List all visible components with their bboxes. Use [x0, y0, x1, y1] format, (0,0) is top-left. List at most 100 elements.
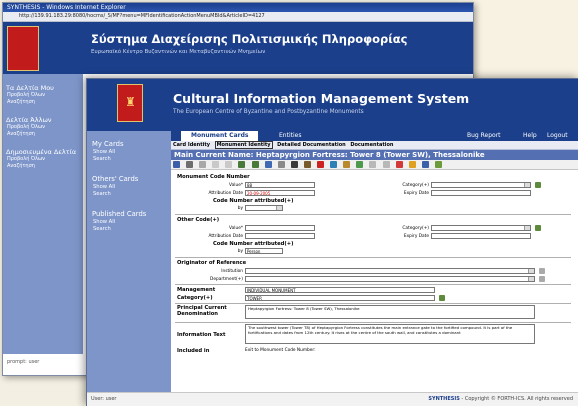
search-icon[interactable] — [277, 161, 285, 168]
sidebar-heading-others-cards[interactable]: Others' Cards — [92, 175, 171, 183]
section-originator: Originator of Reference — [177, 260, 247, 266]
sidebar-link-show-all[interactable]: Show All — [93, 184, 171, 191]
back-sidebar-heading[interactable]: Δελτία Άλλων — [6, 116, 83, 124]
sidebar-link-show-all[interactable]: Show All — [93, 149, 171, 156]
department-select[interactable] — [245, 276, 535, 282]
back-sidebar-link[interactable]: Αναζήτηση — [7, 131, 83, 138]
sidebar-link-show-all[interactable]: Show All — [93, 219, 171, 226]
logout-link[interactable]: Logout — [547, 131, 568, 141]
by-label: by — [237, 206, 243, 211]
department-label: Department(+) — [210, 277, 243, 282]
attributed-by-select[interactable]: Person — [245, 248, 283, 254]
category-label: Category(+) — [402, 226, 429, 231]
tab-monument-identity[interactable]: Monument Identity — [214, 141, 273, 149]
back-sidebar-link[interactable]: Αναζήτηση — [7, 163, 83, 170]
menu-bar: Monument Cards Entities Bug Report Help … — [171, 131, 578, 141]
back-sidebar-link[interactable]: Αναζήτηση — [7, 99, 83, 106]
back-window-title: Σύστημα Διαχείρισης Πολιτισμικής Πληροφο… — [91, 32, 408, 46]
bookmark-icon[interactable] — [303, 161, 311, 168]
tab-monument-cards[interactable]: Monument Cards — [181, 131, 259, 141]
edit-icon[interactable] — [264, 161, 272, 168]
attach-icon[interactable] — [343, 161, 351, 168]
app-title: Cultural Information Management System — [173, 91, 470, 106]
back-sidebar-link[interactable]: Προβολή Όλων — [7, 124, 83, 131]
information-text-label: Information Text — [177, 332, 226, 338]
by-label: by — [237, 249, 243, 254]
logo-icon — [7, 26, 39, 71]
expiry-date-field[interactable] — [431, 190, 531, 196]
logo-icon: ♜ — [117, 84, 143, 122]
back-sidebar-link[interactable]: Προβολή Όλων — [7, 92, 83, 99]
print-icon[interactable] — [186, 161, 194, 168]
front-window: ♜ Cultural Information Management System… — [86, 78, 578, 406]
page-title: Main Current Name: Heptapyrgion Fortress… — [171, 150, 578, 160]
value-label: Value* — [229, 226, 243, 231]
information-text-field[interactable]: The southwest tower (Tower T8) of Heptap… — [245, 324, 535, 344]
institution-select[interactable] — [245, 268, 535, 274]
management-select[interactable]: INDIVIDUAL MONUMENT — [245, 287, 435, 293]
other-expiry-date[interactable] — [431, 233, 531, 239]
help-link[interactable]: Help — [523, 131, 537, 141]
add-category-icon[interactable] — [535, 225, 541, 231]
sub-tabs: Card Identity Monument Identity Detailed… — [171, 141, 578, 150]
sidebar: My Cards Show All Search Others' Cards S… — [87, 131, 171, 393]
app-subtitle: The European Centre of Byzantine and Pos… — [173, 109, 364, 115]
other-category-select[interactable] — [431, 225, 531, 231]
grid-icon[interactable] — [382, 161, 390, 168]
undo-icon[interactable] — [238, 161, 246, 168]
help-icon[interactable] — [434, 161, 442, 168]
add-category-icon[interactable] — [439, 295, 445, 301]
sidebar-link-search[interactable]: Search — [93, 226, 171, 233]
tab-documentation[interactable]: Documentation — [350, 141, 393, 149]
attribution-date-field[interactable]: 20-09-2005 — [245, 190, 315, 196]
export-icon[interactable] — [408, 161, 416, 168]
back-sidebar-heading[interactable]: Δημοσιευμένα Δελτία — [6, 148, 83, 156]
lookup-icon[interactable] — [539, 276, 545, 282]
main-content: Monument Cards Entities Bug Report Help … — [171, 131, 578, 393]
sidebar-heading-published-cards[interactable]: Published Cards — [92, 210, 171, 218]
paste-icon[interactable] — [212, 161, 220, 168]
list-icon[interactable] — [369, 161, 377, 168]
copy-icon[interactable] — [199, 161, 207, 168]
management-label: Management — [177, 287, 216, 293]
attributed-by-select[interactable] — [245, 205, 283, 211]
principal-denomination-label: Principal Current Denomination — [177, 305, 227, 317]
back-window-status: prompt: user — [7, 359, 40, 365]
divider — [175, 303, 571, 304]
link-icon[interactable] — [330, 161, 338, 168]
delete-icon[interactable] — [317, 161, 325, 168]
settings-icon[interactable] — [421, 161, 429, 168]
back-sidebar-heading[interactable]: Τα Δελτία Μου — [6, 84, 83, 92]
add-category-icon[interactable] — [535, 182, 541, 188]
code-attributed-heading: Code Number attributed(+) — [213, 198, 294, 204]
institution-label: Institution — [221, 269, 243, 274]
tab-card-identity[interactable]: Card Identity — [173, 141, 210, 149]
other-attribution-date[interactable] — [245, 233, 315, 239]
cut-icon[interactable] — [225, 161, 233, 168]
sidebar-heading-my-cards[interactable]: My Cards — [92, 140, 171, 148]
sidebar-link-search[interactable]: Search — [93, 191, 171, 198]
redo-icon[interactable] — [251, 161, 259, 168]
status-copyright-text: - Copyright © FORTH-ICS. All rights rese… — [459, 396, 573, 402]
bug-report-link[interactable]: Bug Report — [467, 131, 501, 141]
category-label: Category(+) — [402, 183, 429, 188]
code-attributed-heading: Code Number attributed(+) — [213, 241, 294, 247]
pdf-icon[interactable] — [395, 161, 403, 168]
monument-code-value[interactable]: 88 — [245, 182, 315, 188]
included-note: Exit to Monument Code Number: — [245, 348, 316, 353]
other-code-value[interactable] — [245, 225, 315, 231]
category-main-select[interactable]: TOWER — [245, 295, 435, 301]
back-window-address-bar[interactable]: http://139.91.183.29:8080/hocms/_S/MF?me… — [3, 12, 473, 22]
expiry-date-label: Expiry Date — [403, 234, 429, 239]
category-select[interactable] — [431, 182, 531, 188]
tab-detailed-documentation[interactable]: Detailed Documentation — [277, 141, 346, 149]
add-icon[interactable] — [356, 161, 364, 168]
back-sidebar-link[interactable]: Προβολή Όλων — [7, 156, 83, 163]
sidebar-link-search[interactable]: Search — [93, 156, 171, 163]
tab-entities[interactable]: Entities — [279, 131, 301, 141]
status-bar: User: user SYNTHESIS - Copyright © FORTH… — [87, 392, 578, 406]
lookup-icon[interactable] — [539, 268, 545, 274]
binoculars-icon[interactable] — [290, 161, 298, 168]
principal-denomination-field[interactable]: Heptapyrgion Fortress: Tower 8 (Tower SW… — [245, 305, 535, 319]
save-icon[interactable] — [173, 161, 180, 168]
